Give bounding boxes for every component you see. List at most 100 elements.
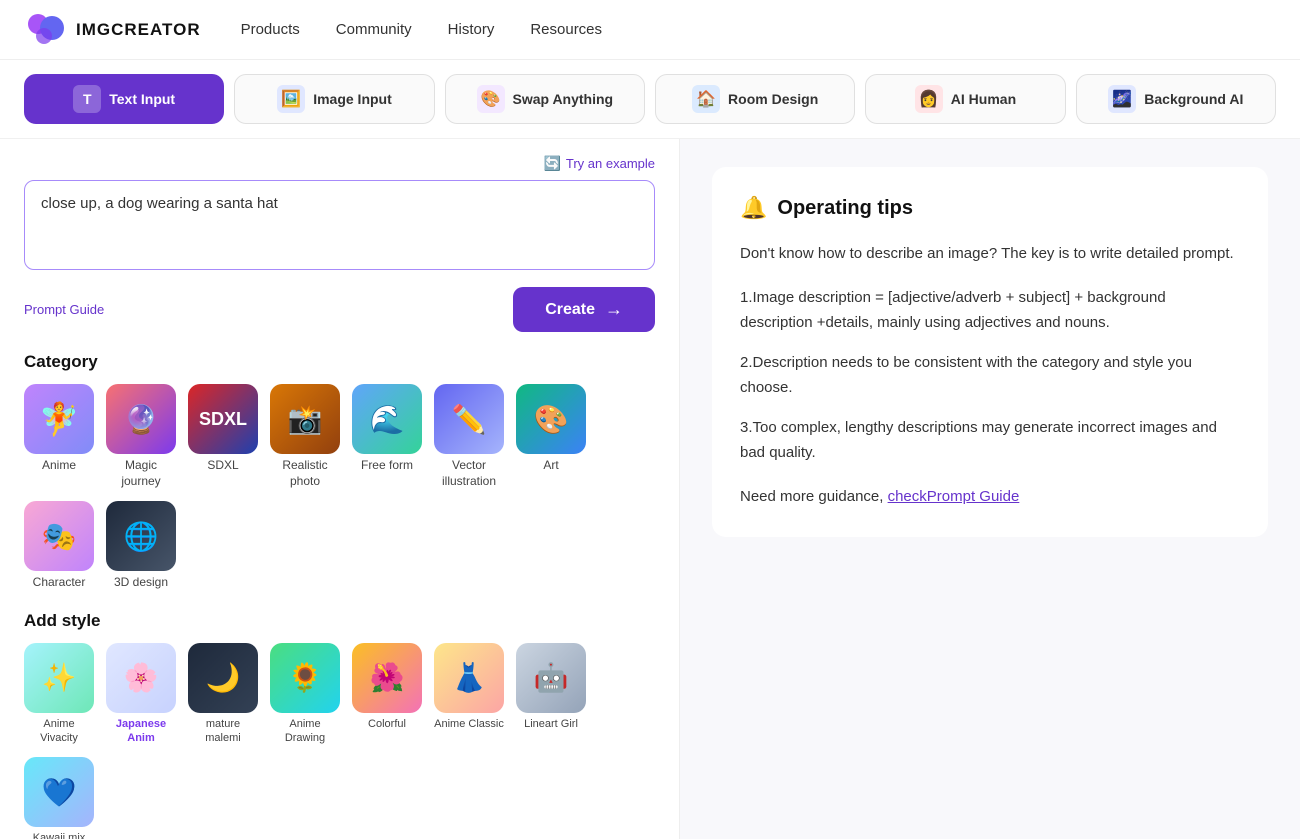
tab-background-label: Background AI: [1144, 91, 1243, 107]
check-prompt-guide-link[interactable]: checkPrompt Guide: [888, 488, 1020, 505]
brand-name: IMGCREATOR: [76, 20, 201, 40]
art-label: Art: [543, 458, 558, 472]
left-panel: 🔄 Try an example close up, a dog wearing…: [0, 139, 680, 839]
tab-image-input-label: Image Input: [313, 91, 392, 107]
category-grid: 🧚 Anime 🔮 Magic journey SDXL SDXL 📸 Real…: [24, 384, 655, 591]
try-example-label: Try an example: [566, 156, 655, 171]
kawaii-label: Kawaii mix Girl: [24, 831, 94, 839]
tips-header-row: 🔔 Operating tips: [740, 195, 1240, 221]
style-anime-drawing[interactable]: 🌻 Anime Drawing: [270, 643, 340, 746]
main-content: 🔄 Try an example close up, a dog wearing…: [0, 139, 1300, 839]
art-thumb: 🎨: [516, 384, 586, 454]
prompt-guide-link[interactable]: Prompt Guide: [24, 302, 104, 317]
tab-text-input[interactable]: T Text Input: [24, 74, 224, 124]
kawaii-thumb: 💙: [24, 757, 94, 827]
try-example-btn[interactable]: 🔄 Try an example: [543, 155, 655, 172]
3d-thumb: 🌐: [106, 501, 176, 571]
category-anime[interactable]: 🧚 Anime: [24, 384, 94, 489]
create-button[interactable]: Create →: [513, 287, 655, 332]
mature-thumb: 🌙: [188, 643, 258, 713]
ai-human-icon: 👩: [915, 85, 943, 113]
tab-background-ai[interactable]: 🌌 Background AI: [1076, 74, 1276, 124]
colorful-label: Colorful: [368, 717, 406, 731]
mature-label: mature malemi: [188, 717, 258, 746]
style-kawaii[interactable]: 💙 Kawaii mix Girl: [24, 757, 94, 839]
free-label: Free form: [361, 458, 413, 474]
style-japanese[interactable]: 🌸 Japanese Anim: [106, 643, 176, 746]
vector-thumb: ✏️: [434, 384, 504, 454]
header: IMGCREATOR Products Community History Re…: [0, 0, 1300, 60]
tab-swap-label: Swap Anything: [513, 91, 614, 107]
style-mature[interactable]: 🌙 mature malemi: [188, 643, 258, 746]
swap-icon: 🎨: [477, 85, 505, 113]
sdxl-label: SDXL: [207, 458, 238, 472]
refresh-icon: 🔄: [543, 155, 560, 172]
tip2-text: 1.Image description = [adjective/adverb …: [740, 285, 1240, 336]
character-thumb: 🎭: [24, 501, 94, 571]
anime-drawing-label: Anime Drawing: [270, 717, 340, 746]
logo-area: IMGCREATOR: [24, 8, 201, 52]
tip5-prefix: Need more guidance,: [740, 488, 888, 505]
free-thumb: 🌊: [352, 384, 422, 454]
text-input-icon: T: [73, 85, 101, 113]
category-magic-journey[interactable]: 🔮 Magic journey: [106, 384, 176, 489]
tab-bar: T Text Input 🖼️ Image Input 🎨 Swap Anyth…: [0, 60, 1300, 139]
room-icon: 🏠: [692, 85, 720, 113]
category-sdxl[interactable]: SDXL SDXL: [188, 384, 258, 489]
lineart-label: Lineart Girl: [524, 717, 578, 731]
anime-vivacity-label: Anime Vivacity: [24, 717, 94, 746]
tab-swap-anything[interactable]: 🎨 Swap Anything: [445, 74, 645, 124]
image-input-icon: 🖼️: [277, 85, 305, 113]
japanese-thumb: 🌸: [106, 643, 176, 713]
create-arrow-icon: →: [605, 299, 623, 320]
tip5-row: Need more guidance, checkPrompt Guide: [740, 484, 1240, 510]
create-label: Create: [545, 301, 595, 319]
lineart-thumb: 🤖: [516, 643, 586, 713]
japanese-label: Japanese Anim: [106, 717, 176, 746]
tab-ai-human-label: AI Human: [951, 91, 1016, 107]
vector-label: Vector illustration: [434, 458, 504, 489]
category-art[interactable]: 🎨 Art: [516, 384, 586, 489]
tips-header-text: Operating tips: [777, 197, 913, 220]
anime-vivacity-thumb: ✨: [24, 643, 94, 713]
tips-box: 🔔 Operating tips Don't know how to descr…: [712, 167, 1268, 537]
anime-classic-label: Anime Classic: [434, 717, 504, 731]
prompt-input[interactable]: close up, a dog wearing a santa hat: [24, 180, 655, 270]
realistic-label: Realistic photo: [270, 458, 340, 489]
category-vector[interactable]: ✏️ Vector illustration: [434, 384, 504, 489]
character-label: Character: [33, 575, 86, 591]
3d-label: 3D design: [114, 575, 168, 591]
nav-history[interactable]: History: [448, 21, 495, 38]
category-character[interactable]: 🎭 Character: [24, 501, 94, 591]
background-ai-icon: 🌌: [1108, 85, 1136, 113]
colorful-thumb: 🌺: [352, 643, 422, 713]
tab-text-input-label: Text Input: [109, 91, 175, 107]
bell-icon: 🔔: [740, 195, 767, 221]
style-colorful[interactable]: 🌺 Colorful: [352, 643, 422, 746]
tab-room-design[interactable]: 🏠 Room Design: [655, 74, 855, 124]
anime-label: Anime: [42, 458, 76, 472]
tab-room-label: Room Design: [728, 91, 818, 107]
nav-resources[interactable]: Resources: [530, 21, 602, 38]
nav-products[interactable]: Products: [241, 21, 300, 38]
style-grid: ✨ Anime Vivacity 🌸 Japanese Anim 🌙 matur…: [24, 643, 655, 839]
style-lineart-girl[interactable]: 🤖 Lineart Girl: [516, 643, 586, 746]
main-nav: Products Community History Resources: [241, 21, 602, 38]
magic-label: Magic journey: [106, 458, 176, 489]
category-free-form[interactable]: 🌊 Free form: [352, 384, 422, 489]
tab-ai-human[interactable]: 👩 AI Human: [865, 74, 1065, 124]
realistic-thumb: 📸: [270, 384, 340, 454]
category-realistic[interactable]: 📸 Realistic photo: [270, 384, 340, 489]
style-anime-vivacity[interactable]: ✨ Anime Vivacity: [24, 643, 94, 746]
tip3-text: 2.Description needs to be consistent wit…: [740, 350, 1240, 401]
category-3d[interactable]: 🌐 3D design: [106, 501, 176, 591]
logo-icon: [24, 8, 68, 52]
anime-classic-thumb: 👗: [434, 643, 504, 713]
tab-image-input[interactable]: 🖼️ Image Input: [234, 74, 434, 124]
nav-community[interactable]: Community: [336, 21, 412, 38]
right-panel: 🔔 Operating tips Don't know how to descr…: [680, 139, 1300, 839]
style-anime-classic[interactable]: 👗 Anime Classic: [434, 643, 504, 746]
category-title: Category: [24, 352, 655, 372]
add-style-title: Add style: [24, 611, 655, 631]
magic-thumb: 🔮: [106, 384, 176, 454]
